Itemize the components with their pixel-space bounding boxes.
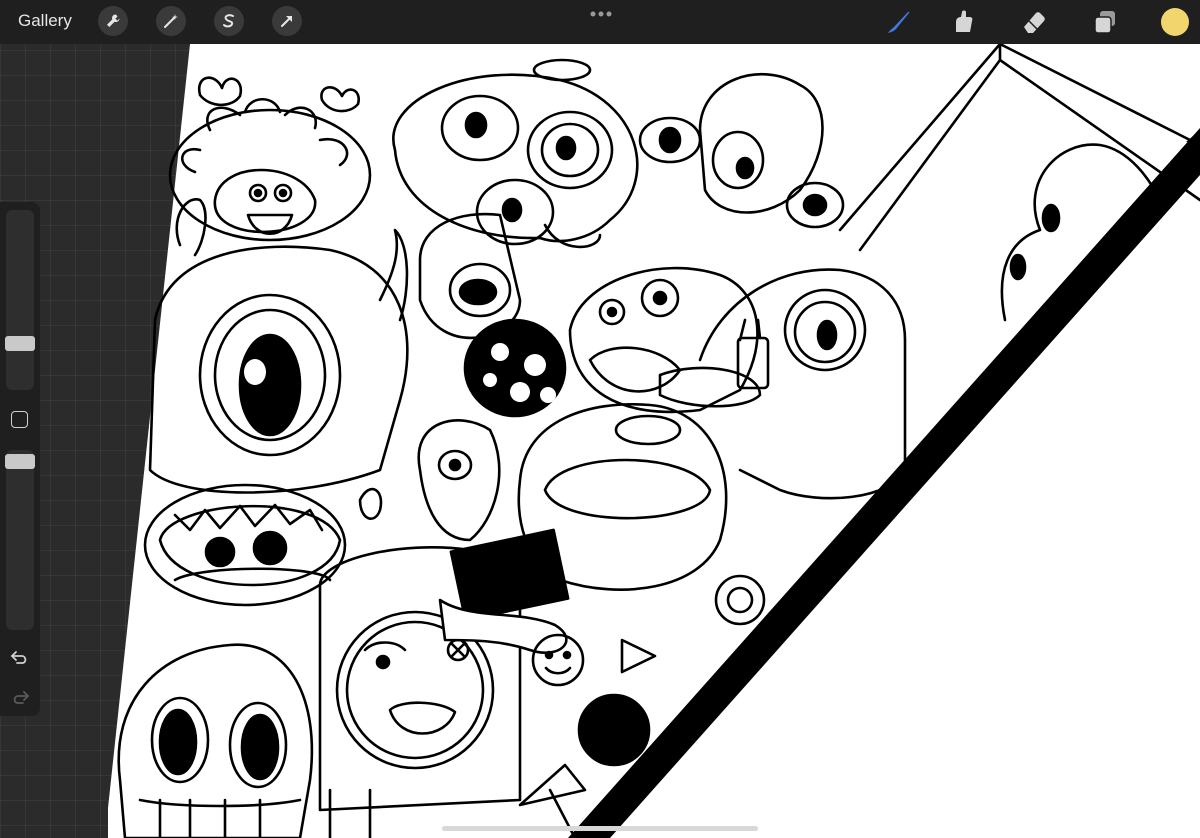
- redo-icon[interactable]: [10, 688, 30, 706]
- gallery-button[interactable]: Gallery: [18, 11, 72, 31]
- modify-button[interactable]: [11, 411, 28, 428]
- layers-icon[interactable]: [1091, 8, 1119, 36]
- opacity-slider[interactable]: [5, 450, 35, 630]
- magic-wand-icon[interactable]: [156, 6, 186, 36]
- wrench-icon[interactable]: [98, 6, 128, 36]
- brush-size-thumb[interactable]: [5, 336, 35, 352]
- transform-arrow-icon[interactable]: [272, 6, 302, 36]
- left-sidebar: [0, 202, 40, 716]
- smudge-icon[interactable]: [950, 8, 978, 36]
- undo-icon[interactable]: [10, 648, 30, 666]
- home-indicator[interactable]: [442, 826, 758, 831]
- opacity-thumb[interactable]: [5, 454, 35, 469]
- brush-icon[interactable]: [884, 8, 912, 36]
- drawing-canvas[interactable]: [0, 0, 1200, 838]
- more-options-icon[interactable]: [589, 10, 613, 18]
- color-picker-swatch[interactable]: [1161, 8, 1189, 36]
- selection-s-icon[interactable]: [214, 6, 244, 36]
- eraser-icon[interactable]: [1020, 8, 1048, 36]
- top-toolbar: Gallery: [0, 0, 1200, 44]
- brush-size-slider[interactable]: [5, 210, 35, 390]
- artwork: [108, 42, 1200, 838]
